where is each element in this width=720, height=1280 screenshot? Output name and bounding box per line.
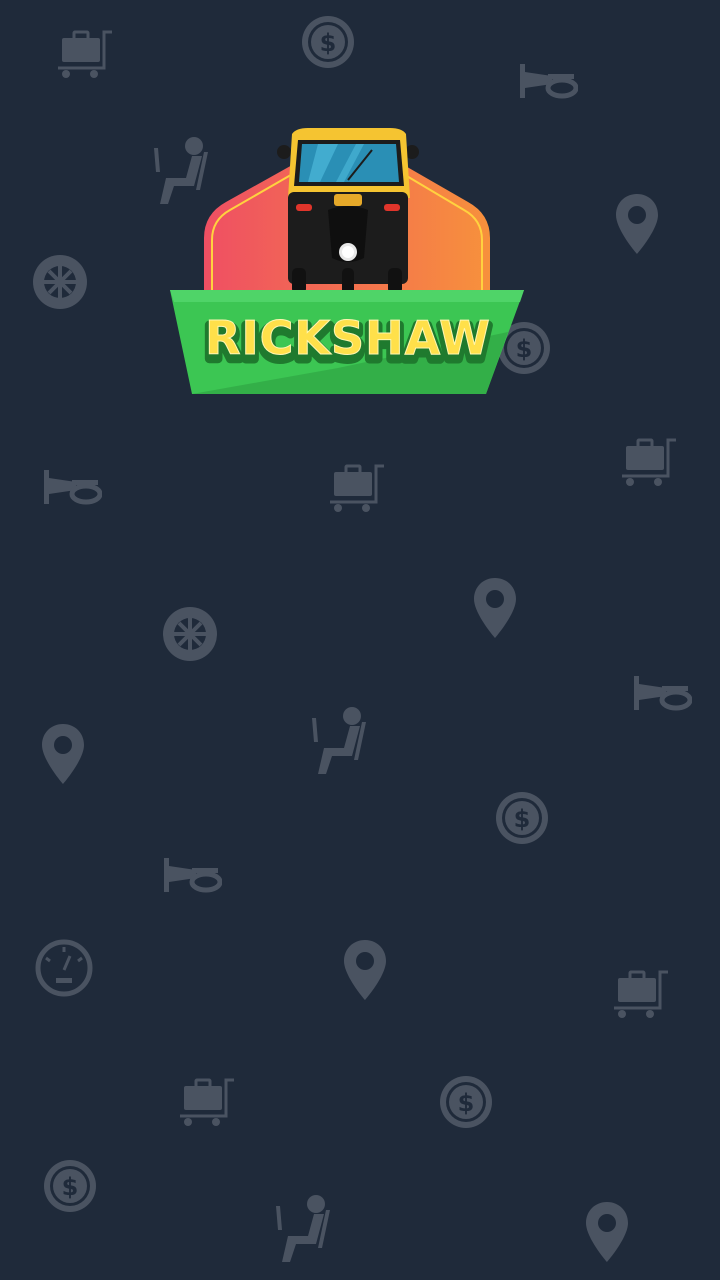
speedometer-icon (34, 938, 94, 998)
svg-text:$: $ (514, 805, 531, 833)
dollar-coin-icon: $ (300, 14, 356, 70)
driver-seat-icon (306, 706, 368, 776)
rickshaw-icon (277, 128, 419, 310)
wheel-icon (32, 254, 88, 310)
luggage-cart-icon (620, 436, 678, 488)
dollar-coin-icon: $ (42, 1158, 98, 1214)
horn-icon (42, 468, 102, 506)
brand-name: RICKSHAW (205, 311, 491, 365)
horn-icon (518, 62, 578, 100)
app-logo: RICKSHAW RICKSHAW (168, 118, 528, 408)
dollar-coin-icon: $ (494, 790, 550, 846)
svg-text:$: $ (62, 1173, 79, 1201)
horn-icon (632, 674, 692, 712)
horn-icon (162, 856, 222, 894)
dollar-coin-icon: $ (438, 1074, 494, 1130)
luggage-cart-icon (612, 968, 670, 1020)
luggage-cart-icon (178, 1076, 236, 1128)
location-pin-icon (42, 724, 84, 784)
location-pin-icon (586, 1202, 628, 1262)
svg-text:$: $ (320, 29, 337, 57)
location-pin-icon (616, 194, 658, 254)
luggage-cart-icon (56, 28, 114, 80)
location-pin-icon (474, 578, 516, 638)
driver-seat-icon (270, 1194, 332, 1264)
location-pin-icon (344, 940, 386, 1000)
wheel-icon (162, 606, 218, 662)
svg-text:$: $ (458, 1089, 475, 1117)
luggage-cart-icon (328, 462, 386, 514)
